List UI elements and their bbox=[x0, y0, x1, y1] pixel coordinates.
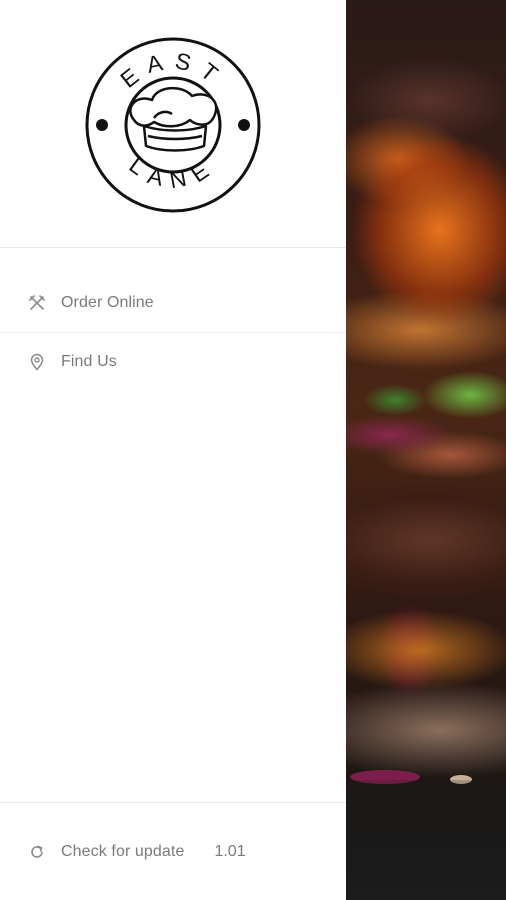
menu-item-label: Order Online bbox=[61, 294, 154, 311]
location-pin-icon bbox=[28, 353, 46, 371]
menu-item-order-online[interactable]: Order Online bbox=[0, 274, 346, 332]
app-version: 1.01 bbox=[214, 843, 246, 860]
menu-item-find-us[interactable]: Find Us bbox=[0, 333, 346, 391]
garnish-decoration bbox=[350, 770, 420, 784]
logo-emblem: EAST LANE bbox=[85, 37, 261, 213]
header-divider bbox=[0, 247, 346, 248]
footer-divider bbox=[0, 802, 346, 803]
check-for-update-button[interactable]: Check for update 1.01 bbox=[0, 823, 346, 881]
refresh-icon bbox=[28, 843, 46, 861]
utensils-icon bbox=[28, 294, 46, 312]
east-lane-logo: EAST LANE bbox=[84, 36, 262, 214]
crumb-decoration bbox=[450, 775, 472, 784]
navigation-drawer: EAST LANE Order Online Find Us Check for… bbox=[0, 0, 346, 900]
menu-item-label: Find Us bbox=[61, 353, 117, 370]
app-screen: EAST LANE Order Online Find Us Check for… bbox=[0, 0, 506, 900]
check-for-update-label: Check for update bbox=[61, 843, 185, 860]
